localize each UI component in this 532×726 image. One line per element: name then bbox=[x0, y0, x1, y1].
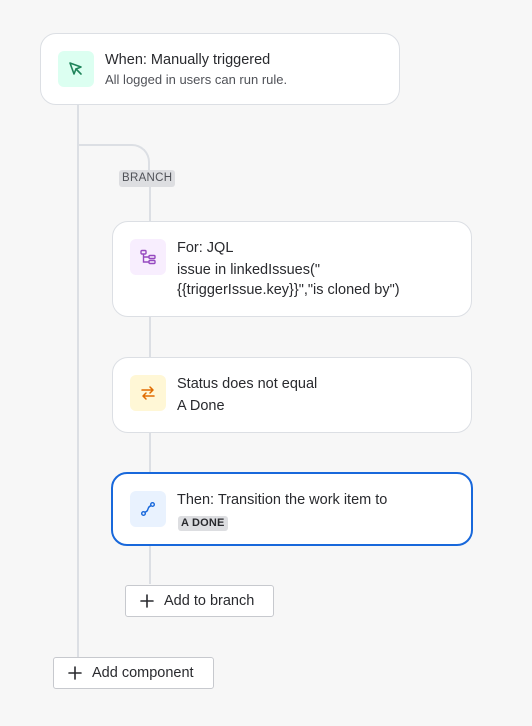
plus-icon bbox=[68, 666, 82, 680]
condition-title: Status does not equal bbox=[177, 376, 318, 392]
plus-icon bbox=[140, 594, 154, 608]
action-title: Then: Transition the work item to bbox=[177, 492, 388, 508]
transition-path-icon bbox=[130, 491, 166, 527]
trigger-card[interactable]: When: Manually triggered All logged in u… bbox=[40, 33, 400, 105]
status-lozenge: A DONE bbox=[178, 516, 228, 531]
cursor-arrow-icon bbox=[58, 51, 94, 87]
add-component-label: Add component bbox=[92, 665, 194, 681]
swap-arrows-icon bbox=[130, 375, 166, 411]
add-component-button[interactable]: Add component bbox=[53, 657, 214, 689]
branch-label: BRANCH bbox=[119, 170, 176, 187]
add-to-branch-button[interactable]: Add to branch bbox=[125, 585, 274, 617]
trigger-title: When: Manually triggered bbox=[105, 52, 271, 68]
for-jql-card[interactable]: For: JQL issue in linkedIssues(" {{trigg… bbox=[112, 221, 472, 317]
for-jql-title: For: JQL bbox=[177, 240, 234, 256]
branch-hierarchy-icon bbox=[130, 239, 166, 275]
main-connector bbox=[77, 104, 79, 660]
condition-value: A Done bbox=[177, 398, 225, 414]
for-jql-query-line2: {{triggerIssue.key}}","is cloned by") bbox=[177, 282, 400, 298]
transition-action-card[interactable]: Then: Transition the work item to A DONE bbox=[111, 472, 473, 546]
trigger-subtitle: All logged in users can run rule. bbox=[105, 72, 288, 87]
for-jql-query-line1: issue in linkedIssues(" bbox=[177, 262, 320, 278]
add-to-branch-label: Add to branch bbox=[164, 593, 255, 609]
condition-card[interactable]: Status does not equal A Done bbox=[112, 357, 472, 433]
